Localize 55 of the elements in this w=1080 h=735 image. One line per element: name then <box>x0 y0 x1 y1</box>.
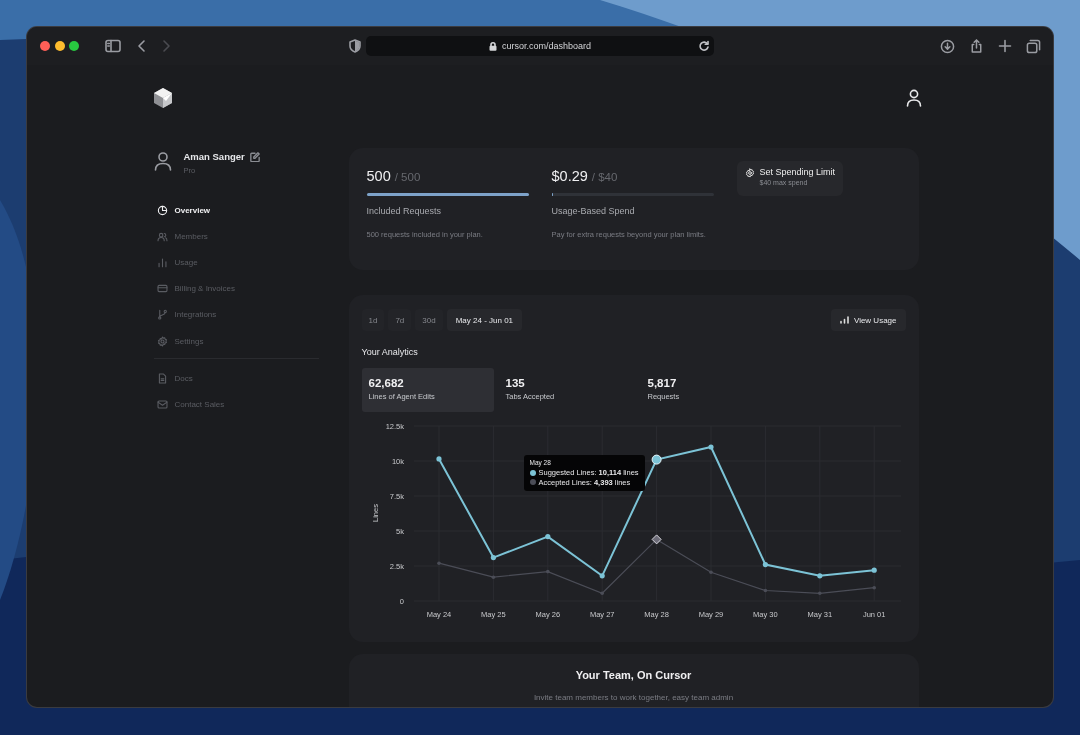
view-usage-button[interactable]: View Usage <box>830 309 906 331</box>
usage-label: Usage-Based Spend <box>551 205 636 216</box>
user-icon[interactable] <box>905 89 922 107</box>
download-icon[interactable] <box>940 38 955 54</box>
usage-value: $0.29 <box>551 168 588 184</box>
back-icon[interactable] <box>137 39 147 53</box>
shield-icon[interactable] <box>349 39 361 53</box>
users-icon <box>156 230 168 242</box>
data-point[interactable] <box>871 567 877 573</box>
sidebar-toggle-icon[interactable] <box>105 39 121 53</box>
sidebar-item[interactable]: Integrations <box>153 301 324 328</box>
settings-icon <box>744 168 755 178</box>
mail-icon <box>156 398 168 410</box>
stat-value: 5,817 <box>647 377 678 389</box>
data-point[interactable] <box>544 534 550 540</box>
credit-card-icon <box>156 283 168 295</box>
data-point[interactable] <box>490 555 496 561</box>
lock-icon <box>488 41 497 51</box>
usage-label: Included Requests <box>366 205 443 216</box>
data-point[interactable] <box>762 562 768 568</box>
sidebar-item[interactable]: Settings <box>153 327 324 355</box>
bar-chart-icon <box>156 256 168 268</box>
highlighted-point[interactable] <box>651 534 662 545</box>
data-point[interactable] <box>816 573 822 579</box>
usage-limit: / $40 <box>591 171 618 183</box>
team-description: Invite team members to work together, easy team admin <box>532 693 735 702</box>
document-icon <box>156 372 168 384</box>
date-range-tab[interactable]: May 24 - Jun 01 <box>446 309 523 331</box>
data-point[interactable] <box>435 456 442 462</box>
settings-icon <box>156 335 168 347</box>
edit-icon[interactable] <box>249 151 260 162</box>
stat-value: 62,682 <box>368 377 405 389</box>
reload-icon[interactable] <box>698 40 710 52</box>
pie-chart-icon <box>156 204 168 216</box>
avatar-icon <box>153 151 172 171</box>
section-title: Your Analytics <box>361 347 419 357</box>
usage-limit: / 500 <box>394 171 421 183</box>
address-bar[interactable]: cursor.com/dashboard <box>366 36 714 56</box>
tab-overview-icon[interactable] <box>1026 38 1041 54</box>
zoom-window-button[interactable] <box>69 41 79 51</box>
data-point[interactable] <box>599 573 605 579</box>
new-tab-icon[interactable] <box>998 39 1012 53</box>
sidebar-item[interactable]: Usage <box>153 249 324 276</box>
data-point[interactable] <box>707 444 714 450</box>
branch-icon <box>156 309 168 321</box>
stat-value: 135 <box>505 377 526 389</box>
sidebar-item[interactable]: Overview <box>153 197 324 224</box>
cube-logo-icon[interactable] <box>151 87 174 109</box>
close-window-button[interactable] <box>40 41 50 51</box>
bar-chart-icon <box>839 316 849 324</box>
user-name: Aman Sanger <box>183 151 245 162</box>
share-icon[interactable] <box>969 38 984 54</box>
minimize-window-button[interactable] <box>54 41 65 51</box>
team-title: Your Team, On Cursor <box>574 669 693 681</box>
usage-value: 500 <box>366 168 391 184</box>
